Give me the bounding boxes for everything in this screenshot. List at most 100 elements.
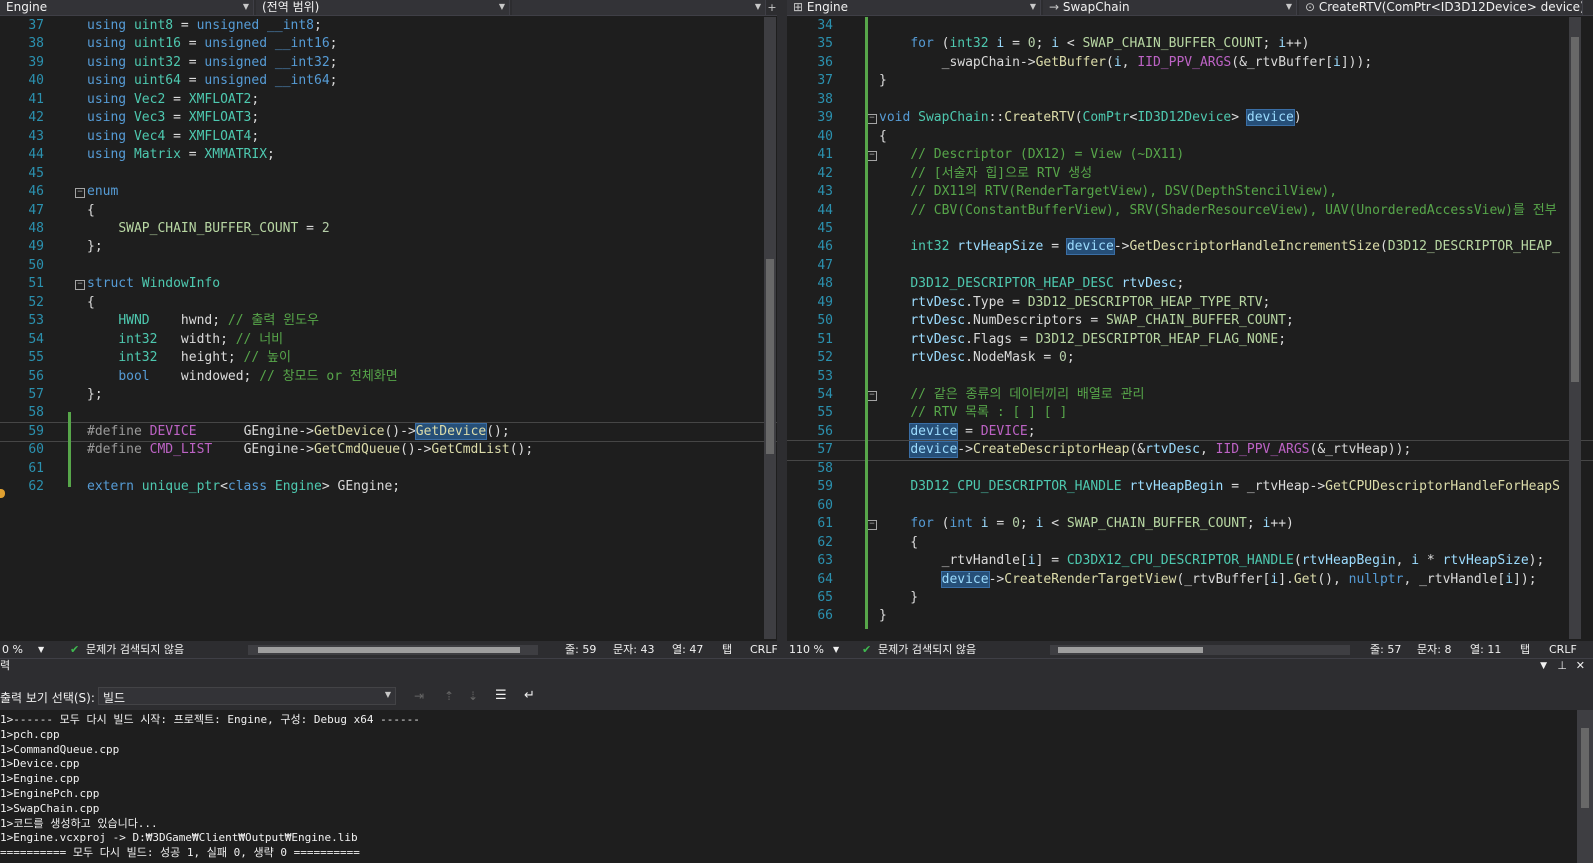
code-line[interactable]: 39 using uint32 = unsigned __int32; [0,54,777,73]
code-line[interactable]: 54 int32 width; // 너비 [0,331,777,350]
code-line[interactable]: 55 int32 height; // 높이 [0,349,777,368]
code-line[interactable]: 59 D3D12_CPU_DESCRIPTOR_HANDLE rtvHeapBe… [787,478,1593,497]
left-scope-dropdown[interactable]: (전역 범위) ▼ [256,0,510,15]
show-output-from-select[interactable]: 빌드 ▼ [98,687,396,705]
right-hscroll-thumb[interactable] [1058,647,1203,653]
code-line[interactable]: 42 // [서술자 힙]으로 RTV 생성 [787,165,1593,184]
previous-message-icon[interactable]: ⇡ [444,689,454,703]
code-line[interactable]: 56 bool windowed; // 창모드 or 전체화면 [0,368,777,387]
code-line[interactable]: 45 [787,220,1593,239]
code-line[interactable]: 48 SWAP_CHAIN_BUFFER_COUNT = 2 [0,220,777,239]
code-line[interactable]: 57 device->CreateDescriptorHeap(&rtvDesc… [787,440,1593,461]
code-line[interactable]: 40 { [787,128,1593,147]
issues-status[interactable]: 문제가 검색되지 않음 [878,641,976,658]
code-line[interactable]: 53 [787,368,1593,387]
code-line[interactable]: 35 for (int32 i = 0; i < SWAP_CHAIN_BUFF… [787,35,1593,54]
code-line[interactable]: 49 rtvDesc.Type = D3D12_DESCRIPTOR_HEAP_… [787,294,1593,313]
code-line[interactable]: 54 − // 같은 종류의 데이터끼리 배열로 관리 [787,386,1593,405]
left-scroll-thumb[interactable] [766,259,774,454]
word-wrap-icon[interactable]: ↵ [524,688,535,703]
right-member-dropdown[interactable]: ⊙ CreateRTV(ComPtr<ID3D12Device> device) [1299,0,1583,15]
code-line[interactable]: 42 using Vec3 = XMFLOAT3; [0,109,777,128]
issues-status[interactable]: 문제가 검색되지 않음 [86,641,184,658]
code-line[interactable]: 44 // CBV(ConstantBufferView), SRV(Shade… [787,202,1593,221]
code-line[interactable]: 51 − struct WindowInfo [0,275,777,294]
dropdown-arrow-icon[interactable]: ▼ [1540,659,1547,673]
code-line[interactable]: 36 _swapChain->GetBuffer(i, IID_PPV_ARGS… [787,54,1593,73]
left-hscroll-thumb[interactable] [258,647,520,653]
collapse-toggle-icon[interactable]: − [867,520,877,531]
code-line[interactable]: 58 [787,460,1593,479]
code-line[interactable]: 41 using Vec2 = XMFLOAT2; [0,91,777,110]
code-line[interactable]: 53 HWND hwnd; // 출력 윈도우 [0,312,777,331]
code-line[interactable]: 44 using Matrix = XMMATRIX; [0,146,777,165]
code-line[interactable]: 40 using uint64 = unsigned __int64; [0,72,777,91]
editor-splitter[interactable] [777,0,787,658]
code-line[interactable]: 38 using uint16 = unsigned __int16; [0,35,777,54]
collapse-toggle-icon[interactable]: − [867,114,877,125]
code-line[interactable]: 61 [0,460,777,479]
code-line[interactable]: 58 [0,404,777,423]
code-line[interactable]: 43 using Vec4 = XMFLOAT4; [0,128,777,147]
right-vertical-scrollbar[interactable] [1569,17,1581,639]
code-line[interactable]: 46 int32 rtvHeapSize = device->GetDescri… [787,238,1593,257]
code-line[interactable]: 50 rtvDesc.NumDescriptors = SWAP_CHAIN_B… [787,312,1593,331]
code-line[interactable]: 63 _rtvHandle[i] = CD3DX12_CPU_DESCRIPTO… [787,552,1593,571]
line-ending[interactable]: CRLF [750,641,777,658]
left-project-dropdown[interactable]: Engine ▼ [0,0,254,15]
left-horizontal-scrollbar[interactable] [248,645,538,655]
code-line[interactable]: 47 [787,257,1593,276]
code-line[interactable]: 52 { [0,294,777,313]
code-line[interactable]: 47 { [0,202,777,221]
code-line[interactable]: 46 − enum [0,183,777,202]
code-line[interactable]: 59 #define DEVICE GEngine->GetDevice()->G… [0,421,777,443]
code-line[interactable]: 62 extern unique_ptr<class Engine> GEngin… [0,478,777,497]
code-line[interactable]: 60 [787,497,1593,516]
chevron-down-icon[interactable]: ▼ [833,641,839,658]
left-member-dropdown[interactable]: ▼ [512,0,766,15]
code-line[interactable]: 37 using uint8 = unsigned __int8; [0,17,777,36]
code-line[interactable]: 34 [787,17,1593,36]
output-vertical-scrollbar[interactable] [1577,710,1593,863]
collapse-toggle-icon[interactable]: − [867,391,877,401]
code-line[interactable]: 61 − for (int i = 0; i < SWAP_CHAIN_BUFFE… [787,515,1593,534]
output-scroll-thumb[interactable] [1581,728,1589,808]
code-line[interactable]: 37} [787,72,1593,91]
code-line[interactable]: 49}; [0,238,777,257]
zoom-level[interactable]: 110 % [789,641,824,658]
code-line[interactable]: 66} [787,607,1593,626]
code-line[interactable]: 50 [0,257,777,276]
split-icon[interactable]: + [767,0,777,15]
clear-all-icon[interactable]: ☰ [495,688,507,703]
right-horizontal-scrollbar[interactable] [1050,645,1350,655]
code-line[interactable]: 60 #define CMD_LIST GEngine->GetCmdQueue(… [0,441,777,460]
code-line[interactable]: 39 − void SwapChain::CreateRTV(ComPtr<ID3D… [787,109,1593,128]
chevron-down-icon[interactable]: ▼ [38,641,44,658]
code-line[interactable]: 62 { [787,534,1593,553]
code-line[interactable]: 41 − // Descriptor (DX12) = View (~DX11) [787,146,1593,165]
line-ending[interactable]: CRLF [1549,641,1577,658]
code-line[interactable]: 56 device = DEVICE; [787,422,1593,442]
right-scroll-thumb[interactable] [1571,37,1579,382]
code-line[interactable]: 51 rtvDesc.Flags = D3D12_DESCRIPTOR_HEAP… [787,331,1593,350]
tab-mode[interactable]: 탭 [1520,641,1530,658]
tab-mode[interactable]: 탭 [722,641,732,658]
code-line[interactable]: 43 // DX11의 RTV(RenderTargetView), DSV(D… [787,183,1593,202]
code-line[interactable]: 48 D3D12_DESCRIPTOR_HEAP_DESC rtvDesc; [787,275,1593,294]
code-line[interactable]: 57}; [0,386,777,405]
pin-icon[interactable]: ⊥ [1557,659,1567,673]
collapse-toggle-icon[interactable]: − [75,188,85,199]
collapse-toggle-icon[interactable]: − [867,151,877,162]
goto-message-icon[interactable]: ⇥ [414,689,424,703]
output-text-area[interactable]: 1>------ 모두 다시 빌드 시작: 프로젝트: Engine, 구성: … [0,710,1593,863]
code-line[interactable]: 55 // RTV 목록 : [ ] [ ] [787,404,1593,423]
code-line[interactable]: 65 } [787,589,1593,608]
next-message-icon[interactable]: ⇣ [468,689,478,703]
zoom-level[interactable]: 0 % [2,641,23,658]
right-scope-dropdown[interactable]: → SwapChain ▼ [1043,0,1297,15]
right-project-dropdown[interactable]: ⊞ Engine ▼ [787,0,1041,15]
code-line[interactable]: 45 [0,165,777,184]
left-vertical-scrollbar[interactable] [764,17,776,639]
close-icon[interactable]: ✕ [1576,659,1585,673]
collapse-toggle-icon[interactable]: − [75,280,85,291]
